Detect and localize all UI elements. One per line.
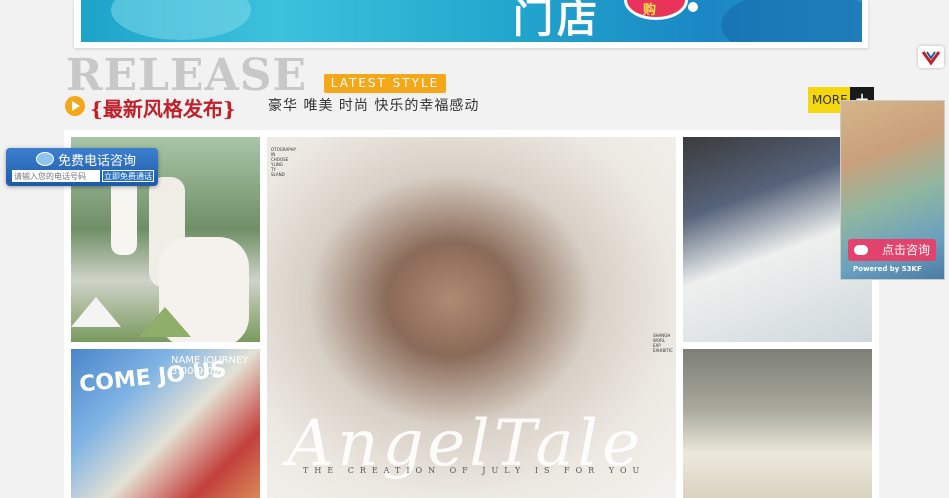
play-icon — [65, 96, 85, 116]
banner-badge: 购 — [624, 0, 688, 20]
banner-dot — [688, 2, 698, 12]
top-banner[interactable]: 门店 购 — [81, 0, 862, 42]
free-call-button[interactable]: 立即免费通话 — [102, 170, 154, 182]
click-consult-button[interactable]: 点击咨询 — [848, 239, 936, 261]
photo-featured-couple[interactable]: OTOGRAPHY IN CHOOSE YLING TY SLAND SHANG… — [267, 137, 676, 498]
photo-street-couple[interactable]: COME JO US NAME JOURNEY 3:00-9:00 — [71, 349, 260, 498]
online-consult-widget[interactable]: 点击咨询 Powered by 53KF — [840, 100, 945, 280]
section-title: {最新风格发布} — [90, 97, 236, 121]
v-logo-icon — [921, 51, 941, 66]
brand-logo-icon[interactable] — [918, 46, 944, 68]
photo-caption-right: SHANGH WORL EXP EXHIBITIC — [653, 333, 673, 353]
banner-decor — [111, 0, 251, 40]
photo-gallery: COME JO US NAME JOURNEY 3:00-9:00 OTOGRA… — [64, 130, 879, 498]
powered-by-text: Powered by 53KF — [853, 265, 922, 273]
phone-icon — [36, 152, 54, 166]
photo-tagline: THE CREATION OF JULY IS FOR YOU — [303, 466, 646, 475]
latest-style-badge: LATEST STYLE — [324, 74, 446, 93]
chat-bubble-icon — [854, 245, 868, 255]
photo-caption-left: OTOGRAPHY IN CHOOSE YLING TY SLAND — [271, 147, 297, 177]
graffiti-small-text: NAME JOURNEY 3:00-9:00 — [171, 355, 249, 377]
section-subtitle: 豪华 唯美 时尚 快乐的幸福感动 — [268, 98, 480, 114]
consult-button-label: 点击咨询 — [881, 243, 930, 257]
photo-couple-traditional[interactable] — [683, 349, 872, 498]
banner-badge-text: 购 — [643, 3, 657, 18]
top-banner-frame: 门店 购 — [74, 0, 868, 48]
phone-consult-widget: 免费电话咨询 立即免费通话 — [6, 148, 158, 186]
phone-number-input[interactable] — [12, 170, 100, 182]
banner-decor — [721, 0, 862, 42]
banner-text: 门店 — [513, 0, 601, 42]
release-heading: RELEASE — [66, 50, 308, 101]
phone-widget-title: 免费电话咨询 — [58, 154, 137, 169]
